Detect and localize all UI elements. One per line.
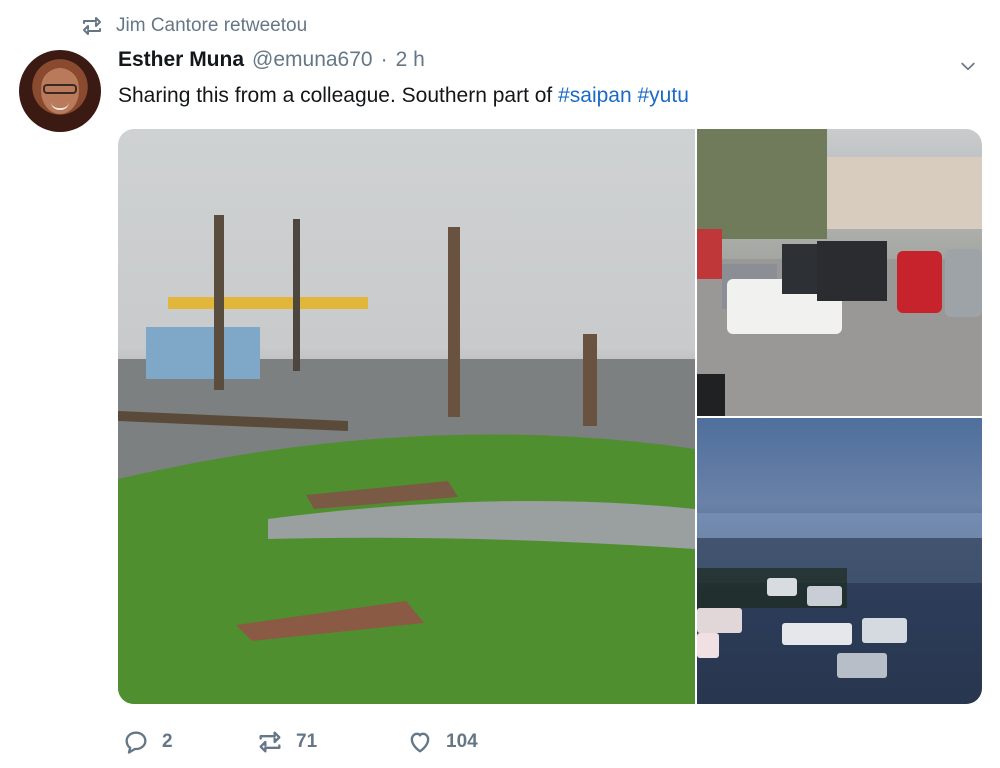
retweet-context: Jim Cantore retweetou: [80, 14, 307, 38]
retweet-context-text[interactable]: Jim Cantore retweetou: [116, 15, 307, 37]
heart-icon: [410, 732, 430, 753]
photo-damaged-parking-lot[interactable]: [697, 129, 982, 416]
reply-count: 2: [162, 731, 173, 752]
retweet-icon: [83, 17, 101, 35]
avatar[interactable]: [19, 50, 101, 132]
retweet-icon: [259, 731, 281, 753]
separator-dot: ·: [380, 48, 388, 71]
like-button[interactable]: 104: [406, 728, 478, 756]
timestamp[interactable]: 2 h: [396, 48, 425, 72]
photo-storm-damaged-street-graphic: [118, 215, 695, 704]
retweet-count: 71: [296, 731, 318, 752]
tweet-text-body: Sharing this from a colleague. Southern …: [118, 84, 559, 107]
avatar-glasses: [43, 84, 77, 94]
photo-storm-aerial-view[interactable]: [697, 418, 982, 704]
hashtag-yutu[interactable]: #yutu: [638, 84, 689, 107]
photo-damaged-parking-lot-graphic: [697, 129, 982, 416]
handle[interactable]: @emuna670: [252, 48, 373, 72]
hashtag-saipan[interactable]: #saipan: [558, 84, 632, 107]
chevron-down-icon[interactable]: [958, 56, 978, 76]
media-grid: [118, 129, 982, 704]
display-name[interactable]: Esther Muna: [118, 48, 244, 72]
like-count: 104: [446, 731, 478, 752]
retweet-button[interactable]: 71: [256, 728, 406, 756]
reply-icon: [125, 731, 147, 754]
photo-storm-aerial-view-graphic: [697, 513, 982, 704]
reply-button[interactable]: 2: [122, 728, 256, 756]
tweet-actions: 2 71 104: [122, 728, 478, 756]
tweet-text: Sharing this from a colleague. Southern …: [118, 82, 689, 110]
tweet-header: Esther Muna @emuna670 · 2 h: [118, 48, 425, 72]
photo-storm-damaged-street[interactable]: [118, 129, 695, 704]
